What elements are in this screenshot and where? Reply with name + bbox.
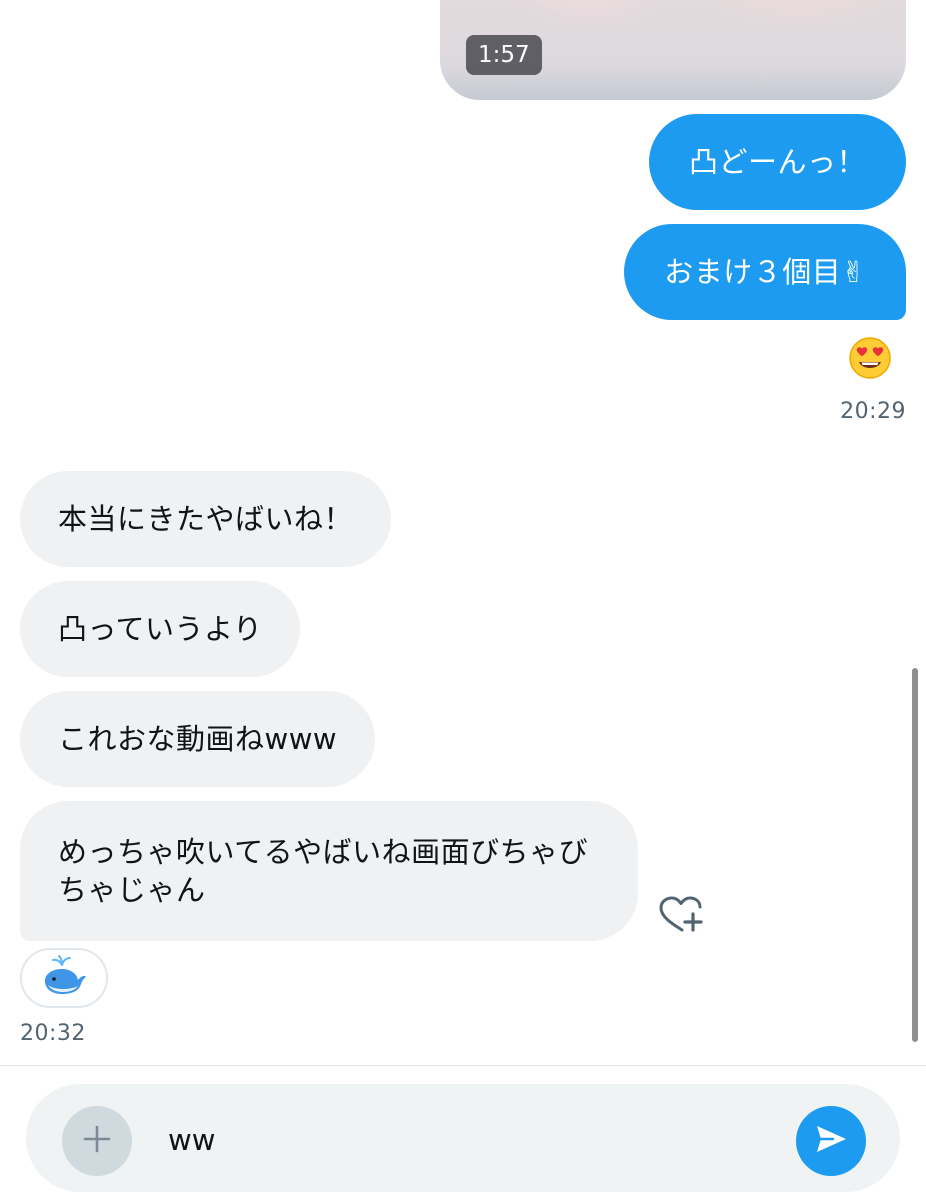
message-timestamp: 20:29 bbox=[840, 399, 906, 424]
reaction-pill[interactable] bbox=[20, 948, 108, 1008]
incoming-message[interactable]: 凸っていうより bbox=[20, 581, 301, 677]
message-input[interactable] bbox=[168, 1117, 748, 1163]
send-button[interactable] bbox=[796, 1106, 866, 1176]
add-media-button[interactable] bbox=[62, 1106, 132, 1176]
send-arrow-icon bbox=[813, 1121, 849, 1161]
incoming-message[interactable]: 本当にきたやばいね！ bbox=[20, 471, 392, 567]
plus-icon bbox=[81, 1123, 113, 1159]
message-timestamp: 20:32 bbox=[20, 1021, 86, 1046]
incoming-message[interactable]: めっちゃ吹いてるやばいね画面びちゃびちゃじゃん bbox=[20, 801, 638, 941]
spouting-whale-icon bbox=[41, 955, 87, 1001]
outgoing-message[interactable]: 凸どーんっ！ bbox=[648, 114, 906, 210]
heart-eyes-face-icon[interactable] bbox=[848, 336, 892, 380]
video-duration-badge: 1:57 bbox=[466, 35, 542, 75]
incoming-message[interactable]: これおな動画ねwww bbox=[20, 691, 376, 787]
scrollbar[interactable] bbox=[912, 668, 918, 1042]
composer-divider bbox=[0, 1065, 926, 1066]
heart-plus-icon[interactable] bbox=[656, 894, 706, 940]
outgoing-message[interactable]: おまけ３個目✌ bbox=[624, 224, 906, 320]
